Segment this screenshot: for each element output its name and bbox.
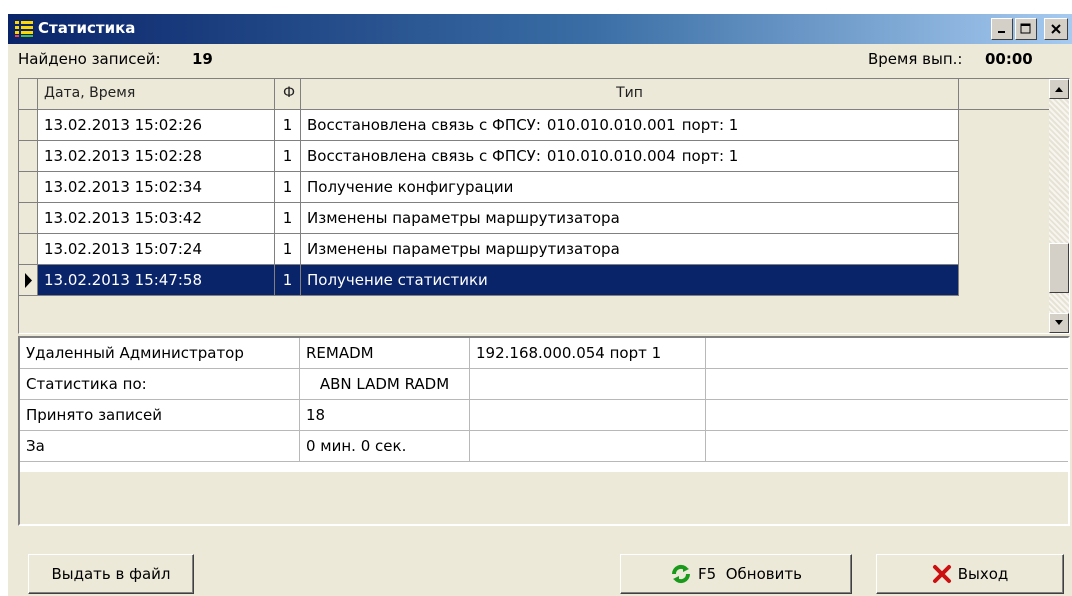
cell-type: Получение статистики bbox=[301, 265, 959, 296]
detail-cell: Статистика по: bbox=[20, 369, 300, 400]
scroll-down-icon[interactable] bbox=[1049, 313, 1069, 333]
type-text: Изменены параметры маршрутизатора bbox=[307, 240, 620, 258]
refresh-button-label: F5 Обновить bbox=[698, 565, 802, 583]
detail-filler bbox=[706, 400, 1068, 431]
execution-time-value: 00:00 bbox=[985, 50, 1033, 68]
minimize-icon[interactable] bbox=[991, 18, 1013, 40]
grid-header-filler bbox=[959, 79, 1051, 110]
type-text: Получение конфигурации bbox=[307, 178, 514, 196]
type-port: порт: 1 bbox=[681, 147, 739, 165]
cell-datetime: 13.02.2013 15:02:28 bbox=[38, 141, 275, 172]
detail-cell: 18 bbox=[300, 400, 470, 431]
cell-f: 1 bbox=[275, 141, 301, 172]
detail-cell: За bbox=[20, 431, 300, 462]
vertical-scrollbar[interactable] bbox=[1049, 79, 1069, 333]
info-bar: Найдено записей: 19 Время вып.: 00:00 bbox=[8, 44, 1072, 74]
exit-button-label: Выход bbox=[957, 565, 1009, 583]
table-row[interactable]: 13.02.2013 15:07:24 1 Изменены параметры м… bbox=[19, 234, 959, 265]
cell-datetime: 13.02.2013 15:02:26 bbox=[38, 110, 275, 141]
export-to-file-button[interactable]: Выдать в файл bbox=[28, 554, 194, 594]
type-ip: 010.010.010.004 bbox=[546, 147, 676, 165]
row-indicator[interactable] bbox=[19, 110, 38, 141]
table-row[interactable]: 13.02.2013 15:02:28 1 Восстановлена связь … bbox=[19, 141, 959, 172]
detail-cell bbox=[470, 369, 706, 400]
detail-filler bbox=[706, 369, 1068, 400]
detail-cell: ABN LADM RADM bbox=[300, 369, 470, 400]
title-bar[interactable]: Статистика bbox=[8, 14, 1072, 44]
grid-corner bbox=[19, 79, 38, 110]
column-header-datetime[interactable]: Дата, Время bbox=[38, 79, 275, 110]
maximize-icon[interactable] bbox=[1015, 18, 1037, 40]
scroll-thumb[interactable] bbox=[1049, 243, 1069, 293]
detail-cell: Принято записей bbox=[20, 400, 300, 431]
details-table: Удаленный Администратор REMADM 192.168.000… bbox=[20, 338, 1068, 472]
type-text: Изменены параметры маршрутизатора bbox=[307, 209, 620, 227]
detail-cell: 0 мин. 0 сек. bbox=[300, 431, 470, 462]
cell-f: 1 bbox=[275, 265, 301, 296]
type-port: порт: 1 bbox=[681, 116, 739, 134]
cell-datetime: 13.02.2013 15:03:42 bbox=[38, 203, 275, 234]
detail-cell bbox=[470, 400, 706, 431]
execution-time-label: Время вып.: bbox=[868, 50, 963, 68]
cell-type: Восстановлена связь с ФПСУ: 010.010.010.0… bbox=[301, 141, 959, 172]
found-records-label: Найдено записей: bbox=[18, 50, 161, 68]
table-row[interactable]: 13.02.2013 15:02:34 1 Получение конфигурац… bbox=[19, 172, 959, 203]
cell-f: 1 bbox=[275, 234, 301, 265]
detail-cell: Удаленный Администратор bbox=[20, 338, 300, 369]
window-title: Статистика bbox=[38, 19, 136, 37]
cell-datetime: 13.02.2013 15:47:58 bbox=[38, 265, 275, 296]
detail-filler bbox=[706, 431, 1068, 462]
column-header-f[interactable]: Ф bbox=[275, 79, 301, 110]
events-grid[interactable]: Дата, Время Ф Тип 13.02.2013 15:02:26 1 Во… bbox=[18, 78, 1070, 334]
exit-button[interactable]: Выход bbox=[876, 554, 1064, 594]
scroll-up-icon[interactable] bbox=[1049, 79, 1069, 99]
refresh-button[interactable]: F5 Обновить bbox=[620, 554, 852, 594]
close-icon[interactable] bbox=[1044, 18, 1068, 40]
column-header-type[interactable]: Тип bbox=[301, 79, 959, 110]
cell-datetime: 13.02.2013 15:07:24 bbox=[38, 234, 275, 265]
detail-cell: 192.168.000.054 порт 1 bbox=[470, 338, 706, 369]
detail-cell: REMADM bbox=[300, 338, 470, 369]
refresh-icon bbox=[670, 563, 692, 585]
table-row[interactable]: 13.02.2013 15:47:58 1 Получение статистики bbox=[19, 265, 959, 296]
cell-type: Восстановлена связь с ФПСУ: 010.010.010.0… bbox=[301, 110, 959, 141]
row-indicator[interactable] bbox=[19, 265, 38, 296]
cell-type: Изменены параметры маршрутизатора bbox=[301, 203, 959, 234]
row-indicator[interactable] bbox=[19, 234, 38, 265]
type-text: Восстановлена связь с ФПСУ: bbox=[307, 147, 541, 165]
table-row[interactable]: 13.02.2013 15:03:42 1 Изменены параметры м… bbox=[19, 203, 959, 234]
type-text: Восстановлена связь с ФПСУ: bbox=[307, 116, 541, 134]
row-indicator[interactable] bbox=[19, 172, 38, 203]
export-button-label: Выдать в файл bbox=[51, 565, 171, 583]
grid-app-icon bbox=[14, 19, 34, 39]
type-ip: 010.010.010.001 bbox=[546, 116, 676, 134]
details-panel: Удаленный Администратор REMADM 192.168.000… bbox=[18, 336, 1070, 526]
cell-f: 1 bbox=[275, 172, 301, 203]
found-records-count: 19 bbox=[192, 50, 213, 68]
detail-filler bbox=[706, 338, 1068, 369]
row-pointer-icon bbox=[25, 273, 32, 288]
cell-type: Изменены параметры маршрутизатора bbox=[301, 234, 959, 265]
cell-f: 1 bbox=[275, 203, 301, 234]
row-indicator[interactable] bbox=[19, 203, 38, 234]
statistics-window: Статистика Найдено записей: 19 Время вып… bbox=[8, 14, 1072, 596]
cell-datetime: 13.02.2013 15:02:34 bbox=[38, 172, 275, 203]
cell-f: 1 bbox=[275, 110, 301, 141]
cell-type: Получение конфигурации bbox=[301, 172, 959, 203]
row-indicator[interactable] bbox=[19, 141, 38, 172]
type-text: Получение статистики bbox=[307, 271, 488, 289]
cross-icon bbox=[932, 564, 952, 584]
detail-cell bbox=[470, 431, 706, 462]
table-row[interactable]: 13.02.2013 15:02:26 1 Восстановлена связь … bbox=[19, 110, 959, 141]
